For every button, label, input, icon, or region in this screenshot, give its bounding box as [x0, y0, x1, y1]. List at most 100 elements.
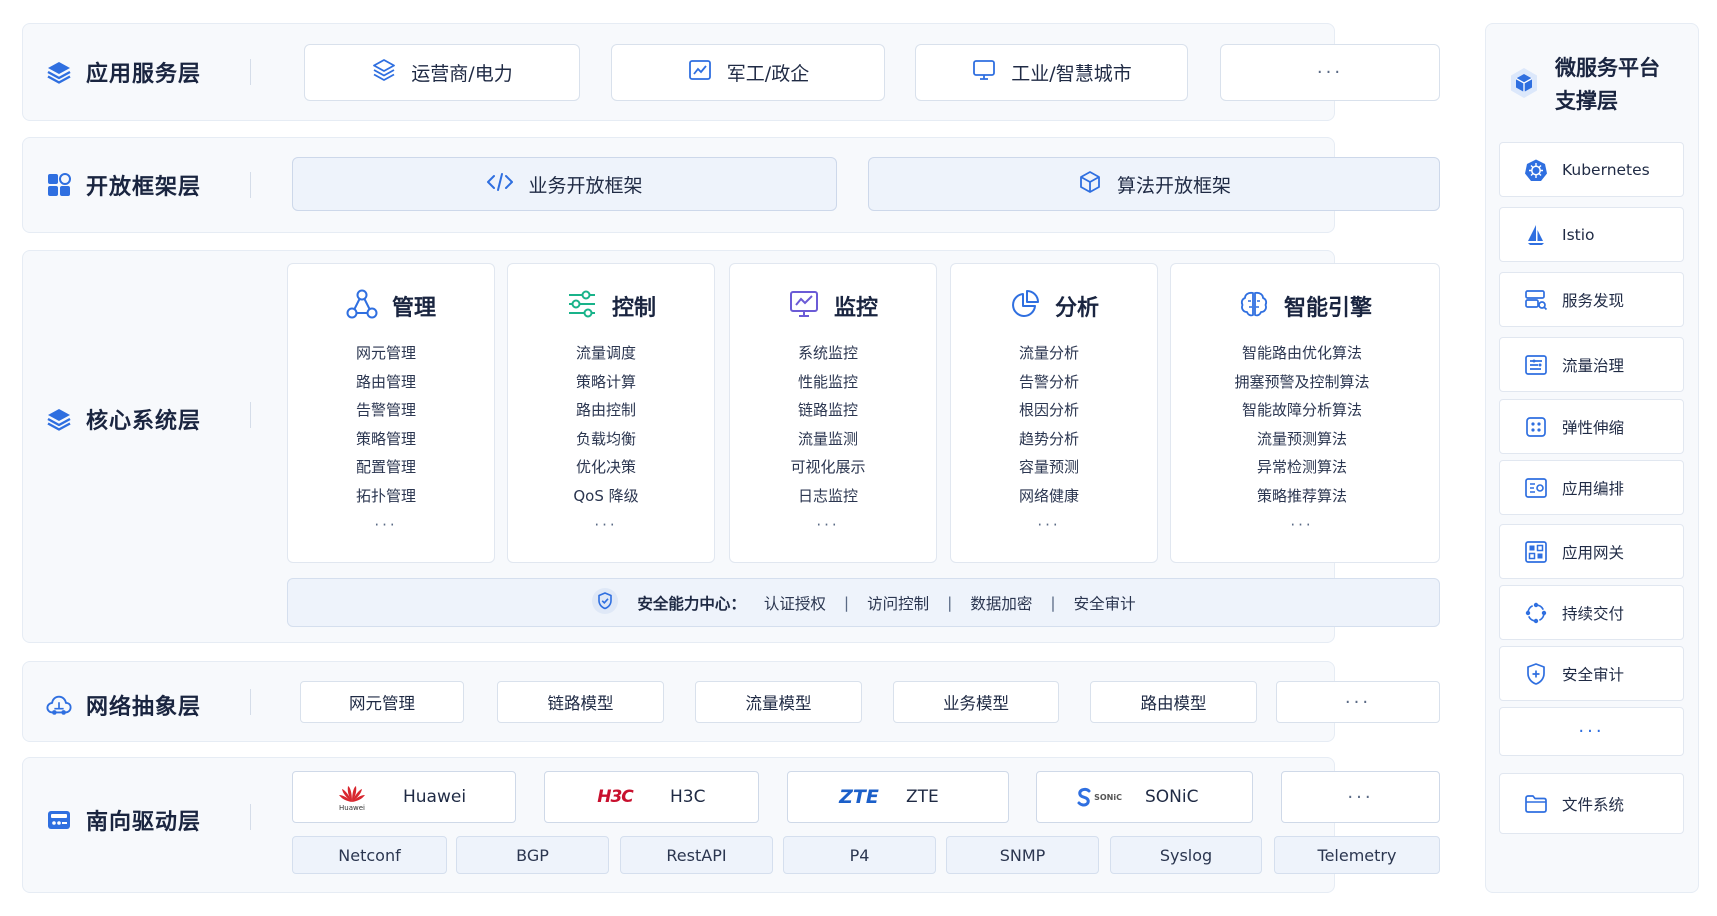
more-ellipsis: ···: [816, 515, 840, 534]
layers-icon: [46, 406, 72, 432]
list-item: 拓扑管理: [355, 486, 416, 505]
protocol-tag[interactable]: Syslog: [1110, 836, 1262, 874]
net-item[interactable]: 业务模型: [893, 681, 1059, 723]
list-item: 负载均衡: [575, 429, 636, 448]
folder-icon: [1524, 792, 1548, 816]
sidebar-item-gateway[interactable]: 应用网关: [1499, 524, 1684, 579]
security-item: 认证授权: [763, 594, 826, 613]
list-item: 告警分析: [1018, 372, 1079, 391]
net-item-label: 链路模型: [547, 694, 614, 713]
huawei-logo: Huawei: [331, 772, 373, 822]
vendor-zte[interactable]: ZTE ZTE: [787, 771, 1009, 823]
nodes-icon: [346, 288, 378, 324]
list-item: 网元管理: [355, 344, 416, 362]
huawei-logo-text: Huawei: [339, 804, 365, 812]
protocol-tag[interactable]: Netconf: [292, 836, 447, 874]
sliders-icon: [566, 288, 598, 324]
protocol-tag[interactable]: RestAPI: [620, 836, 773, 874]
pie-chart-icon: [1009, 288, 1041, 324]
list-item: 策略管理: [355, 429, 416, 448]
sidebar-item-label: Kubernetes: [1562, 160, 1650, 179]
net-item[interactable]: 链路模型: [497, 681, 664, 723]
list-item: 告警管理: [355, 401, 416, 420]
vendor-h3c[interactable]: H3C H3C: [544, 771, 759, 823]
sidebar-item-label: 安全审计: [1562, 665, 1625, 684]
app-item-label: 工业/智慧城市: [1011, 63, 1132, 85]
sidebar-item-label: 应用编排: [1562, 479, 1625, 498]
app-item-military[interactable]: 军工/政企: [611, 44, 885, 101]
protocol-label: P4: [849, 845, 870, 865]
vendor-name: SONiC: [1145, 787, 1199, 807]
sidebar-item-istio[interactable]: Istio: [1499, 207, 1684, 262]
more-ellipsis: ···: [374, 515, 398, 534]
net-item[interactable]: 路由模型: [1090, 681, 1257, 723]
app-item-telecom[interactable]: 运营商/电力: [304, 44, 580, 101]
sidebar-item-kubernetes[interactable]: Kubernetes: [1499, 142, 1684, 197]
sidebar-item-autoscaling[interactable]: 弹性伸缩: [1499, 399, 1684, 454]
open-item-business[interactable]: 业务开放框架: [292, 157, 837, 211]
sidebar-item-orchestration[interactable]: 应用编排: [1499, 460, 1684, 515]
shield-icon: [591, 587, 619, 619]
protocol-tag[interactable]: BGP: [456, 836, 609, 874]
open-item-algorithm[interactable]: 算法开放框架: [868, 157, 1440, 211]
net-item-label: 业务模型: [943, 694, 1009, 713]
core-column-ai-engine[interactable]: 智能引擎 智能路由优化算法 拥塞预警及控制算法 智能故障分析算法 流量预测算法 …: [1170, 263, 1440, 563]
sidebar-item-security-audit[interactable]: 安全审计: [1499, 646, 1684, 701]
app-item-label: 军工/政企: [726, 63, 810, 85]
security-center-bar[interactable]: 安全能力中心： 认证授权 | 访问控制 | 数据加密 | 安全审计: [287, 578, 1440, 627]
app-item-more[interactable]: ···: [1220, 44, 1440, 101]
core-column-analysis[interactable]: 分析 流量分析 告警分析 根因分析 趋势分析 容量预测 网络健康 ···: [950, 263, 1158, 563]
protocol-tag[interactable]: Telemetry: [1274, 836, 1440, 874]
south-layer-header: 南向驱动层: [46, 804, 201, 836]
vendor-more[interactable]: ···: [1281, 771, 1440, 823]
divider: [250, 689, 251, 715]
core-column-monitoring[interactable]: 监控 系统监控 性能监控 链路监控 流量监测 可视化展示 日志监控 ···: [729, 263, 937, 563]
protocol-tag[interactable]: P4: [783, 836, 936, 874]
column-header: 智能引擎: [1171, 288, 1439, 324]
open-layer-header: 开放框架层: [46, 169, 201, 201]
column-items: 系统监控 性能监控 链路监控 流量监测 可视化展示 日志监控 ···: [720, 339, 936, 539]
net-item[interactable]: 流量模型: [695, 681, 862, 723]
list-item: 趋势分析: [1018, 429, 1079, 448]
h3c-logo-text: H3C: [597, 787, 634, 807]
net-item-more[interactable]: ···: [1276, 681, 1440, 723]
sidebar-item-traffic-governance[interactable]: 流量治理: [1499, 337, 1684, 392]
list-item: 流量分析: [1018, 344, 1079, 362]
list-item: 流量预测算法: [1256, 429, 1347, 448]
core-column-management[interactable]: 管理 网元管理 路由管理 告警管理 策略管理 配置管理 拓扑管理 ···: [287, 263, 495, 563]
sidebar-item-label: 流量治理: [1562, 356, 1625, 375]
sidebar-item-file-system[interactable]: 文件系统: [1499, 773, 1684, 834]
vendor-sonic[interactable]: SONiC SONiC: [1036, 771, 1253, 823]
core-column-control[interactable]: 控制 流量调度 策略计算 路由控制 负载均衡 优化决策 QoS 降级 ···: [507, 263, 715, 563]
protocol-tag[interactable]: SNMP: [946, 836, 1099, 874]
sidebar-header: 微服务平台 支撑层: [1507, 52, 1660, 118]
list-item: 系统监控: [797, 344, 858, 362]
protocol-label: Syslog: [1159, 845, 1213, 865]
brain-icon: [1238, 288, 1270, 324]
more-ellipsis: ···: [1290, 515, 1314, 534]
list-item: 根因分析: [1018, 401, 1079, 420]
vendor-name: H3C: [670, 787, 706, 807]
column-title: 分析: [1054, 296, 1099, 321]
sidebar-item-service-discovery[interactable]: 服务发现: [1499, 272, 1684, 327]
net-item[interactable]: 网元管理: [300, 681, 464, 723]
core-layer-header: 核心系统层: [46, 403, 201, 435]
traffic-list-icon: [1524, 353, 1548, 377]
server-search-icon: [1524, 288, 1548, 312]
column-title: 监控: [833, 296, 878, 321]
net-item-label: 流量模型: [745, 694, 812, 713]
net-item-label: 路由模型: [1140, 694, 1207, 713]
column-title: 管理: [391, 296, 436, 321]
more-ellipsis: ···: [1037, 515, 1061, 534]
sidebar-item-more[interactable]: ···: [1499, 707, 1684, 756]
divider: [250, 172, 251, 198]
list-item: 性能监控: [797, 372, 858, 391]
gateway-icon: [1524, 540, 1548, 564]
app-item-industry[interactable]: 工业/智慧城市: [915, 44, 1188, 101]
vendor-huawei[interactable]: Huawei Huawei: [292, 771, 516, 823]
code-icon: [486, 170, 514, 199]
sidebar-item-continuous-delivery[interactable]: 持续交付: [1499, 585, 1684, 640]
vendor-name: ZTE: [906, 787, 939, 807]
protocol-label: Netconf: [338, 845, 401, 865]
list-item: 可视化展示: [790, 458, 866, 477]
